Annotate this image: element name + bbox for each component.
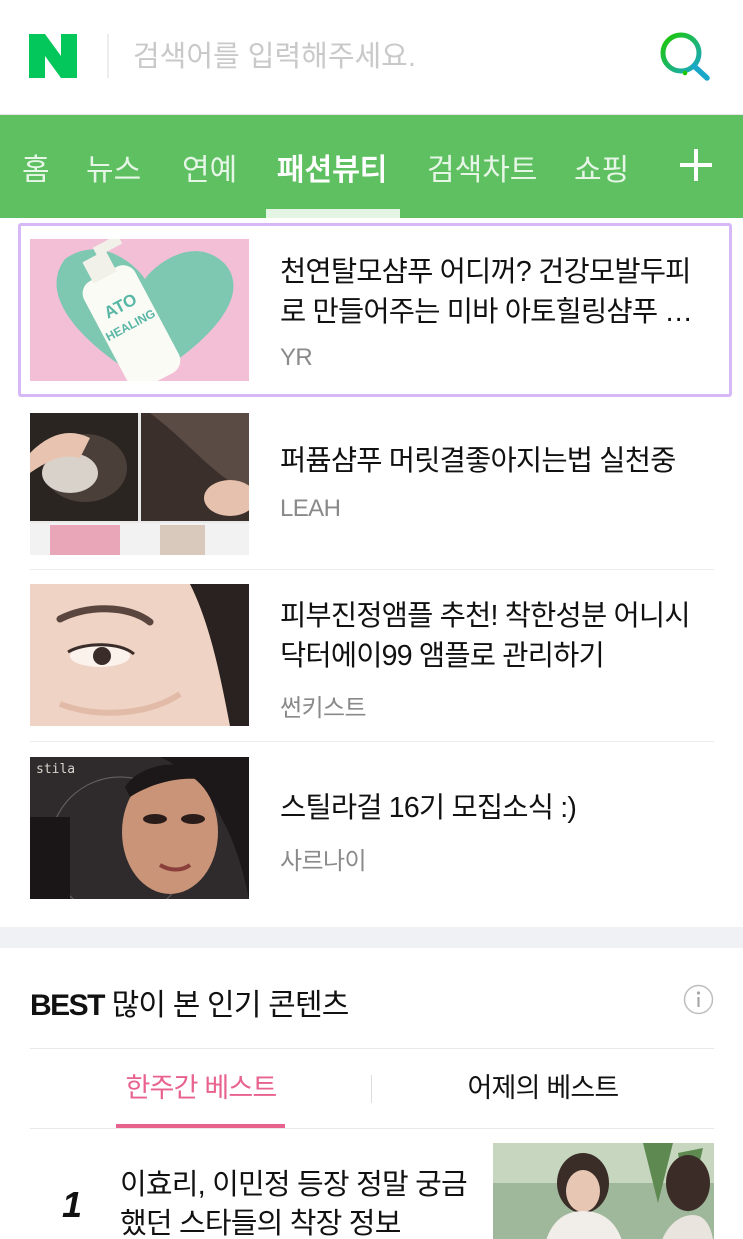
search-input[interactable] [133, 36, 623, 78]
naver-logo[interactable] [29, 34, 77, 78]
article-title: 퍼퓸샴푸 머릿결좋아지는법 실천중 [280, 445, 676, 477]
svg-text:stila: stila [36, 762, 75, 777]
best-header-divider [30, 1048, 714, 1049]
info-icon[interactable] [683, 984, 714, 1015]
tab-news[interactable]: 뉴스 [86, 115, 141, 218]
top-header [0, 0, 743, 115]
tab-home[interactable]: 홈 [22, 115, 50, 218]
article-item[interactable]: 퍼퓸샴푸 머릿결좋아지는법 실천중 LEAH [30, 413, 714, 555]
article-source: 썬키스트 [280, 695, 367, 722]
article-title: 피부진정앰플 추천! 착한성분 어니시 [280, 600, 691, 632]
tab-weekly-best[interactable]: 한주간 베스트 [30, 1062, 372, 1118]
article-source: LEAH [280, 495, 341, 522]
section-gap [0, 927, 743, 948]
article-title-line2: 닥터에이99 앰플로 관리하기 [280, 640, 605, 672]
best-section-title: BEST 많이 본 인기 콘텐츠 [30, 980, 349, 1024]
best-heading-text: 많이 본 인기 콘텐츠 [111, 989, 350, 1022]
article-title-line2: 로 만들어주는 미바 아토힐링샴푸 … [280, 296, 693, 328]
article-title: 스틸라걸 16기 모집소식 :) [280, 792, 577, 824]
tab-entertainment[interactable]: 연예 [182, 115, 237, 218]
article-thumbnail-stila: stila [30, 757, 249, 899]
best-tag: BEST [30, 989, 106, 1022]
plus-icon[interactable] [676, 145, 716, 185]
category-nav: 홈 뉴스 연예 패션뷰티 검색차트 쇼핑 [0, 115, 743, 218]
article-item[interactable]: 피부진정앰플 추천! 착한성분 어니시 닥터에이99 앰플로 관리하기 썬키스트 [30, 584, 714, 726]
article-thumbnail-hair [30, 413, 249, 555]
tab-yesterday-best[interactable]: 어제의 베스트 [372, 1062, 714, 1118]
best-item-title[interactable]: 이효리, 이민정 등장 정말 궁금 했던 스타들의 착장 정보 [120, 1166, 468, 1239]
list-separator [30, 569, 714, 570]
article-item[interactable]: stila 스틸라걸 16기 모집소식 :) 사르나이 [30, 757, 714, 899]
tab-fashion-beauty[interactable]: 패션뷰티 [277, 115, 387, 218]
article-item[interactable]: ATO HEALING 천연탈모샴푸 어디꺼? 건강모발두피 로 만들어주는 미… [30, 239, 714, 381]
article-title: 천연탈모샴푸 어디꺼? 건강모발두피 [280, 256, 691, 288]
list-separator [30, 741, 714, 742]
tab-shopping[interactable]: 쇼핑 [574, 115, 629, 218]
best-tabs-divider [30, 1128, 714, 1129]
article-source: 사르나이 [280, 848, 367, 875]
header-divider [107, 34, 109, 78]
active-tab-indicator [266, 209, 400, 218]
best-item-title-line2: 했던 스타들의 착장 정보 [120, 1208, 401, 1239]
article-thumbnail-shampoo: ATO HEALING [30, 239, 249, 381]
article-thumbnail-face [30, 584, 249, 726]
search-icon[interactable] [656, 30, 714, 82]
best-item-thumbnail[interactable] [493, 1143, 714, 1239]
article-source: YR [280, 344, 313, 371]
tab-search-chart[interactable]: 검색차트 [427, 115, 537, 218]
best-item-title-line1: 이효리, 이민정 등장 정말 궁금 [120, 1169, 468, 1201]
rank-number: 1 [62, 1184, 83, 1225]
